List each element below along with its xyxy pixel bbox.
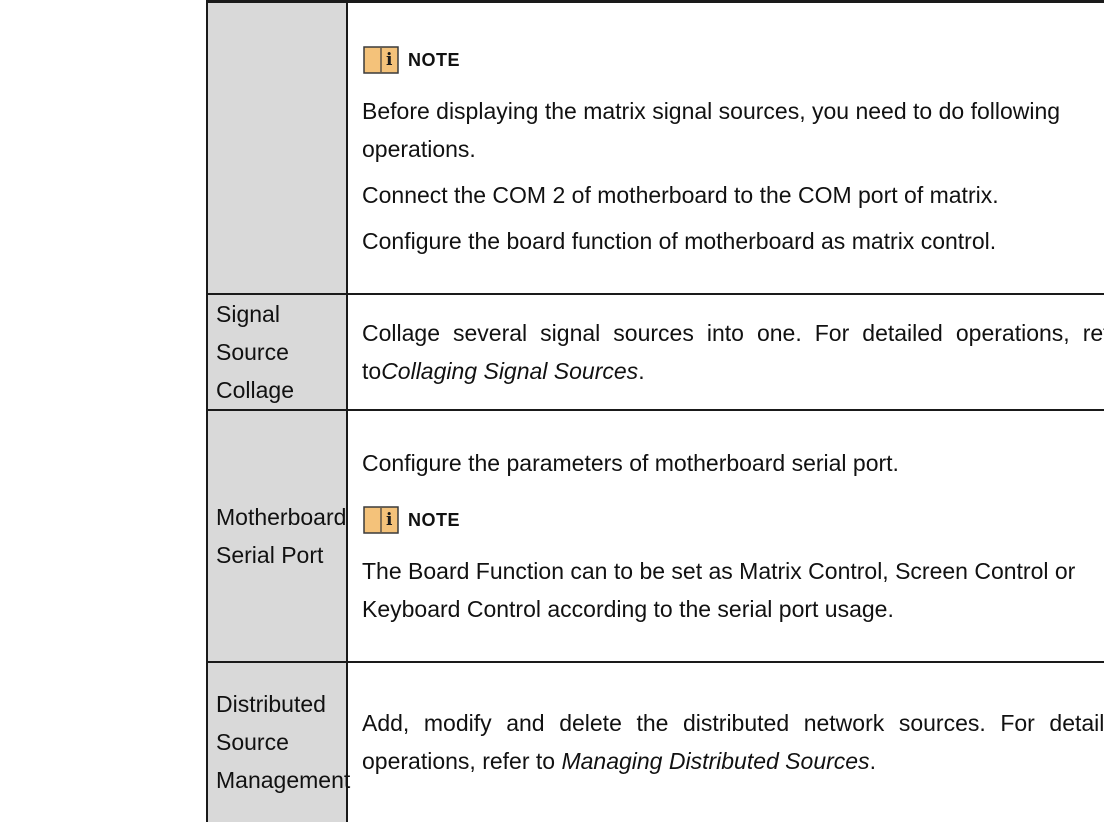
info-book-icon: i <box>362 45 400 75</box>
cross-reference-link[interactable]: Managing Distributed Sources <box>561 748 869 774</box>
row-description: Configure the parameters of motherboard … <box>346 408 1104 663</box>
note-paragraph: Configure the board function of motherbo… <box>362 227 997 254</box>
svg-text:i: i <box>386 50 393 70</box>
table-row: Motherboard Serial Port Configure the pa… <box>206 408 1104 663</box>
row-label: Signal Source Collage <box>206 292 348 411</box>
row-label: Distributed Source Management <box>206 660 350 822</box>
parameter-table: i NOTE Before displaying the matrix sign… <box>206 0 1104 822</box>
row-label: Motherboard Serial Port <box>206 408 348 663</box>
row-description: Add, modify and delete the distributed n… <box>346 660 1104 822</box>
table-row: i NOTE Before displaying the matrix sign… <box>206 0 1104 295</box>
note-paragraph: Connect the COM 2 of motherboard to the … <box>362 181 999 208</box>
description-text: Configure the parameters of motherboard … <box>362 449 899 476</box>
row-description: i NOTE Before displaying the matrix sign… <box>346 0 1104 295</box>
note-paragraph: Before displaying the matrix signal sour… <box>362 97 1061 162</box>
note-label: NOTE <box>408 49 461 70</box>
note-header: i NOTE <box>362 496 1104 544</box>
table-row: Distributed Source Management Add, modif… <box>206 660 1104 822</box>
cross-reference-link[interactable]: Collaging Signal Sources <box>381 358 638 384</box>
row-description: Collage several signal sources into one.… <box>346 292 1104 411</box>
note-header: i NOTE <box>362 36 1104 84</box>
table-row: Signal Source Collage Collage several si… <box>206 292 1104 411</box>
svg-text:i: i <box>386 510 393 530</box>
row-label <box>206 0 348 295</box>
info-book-icon: i <box>362 505 400 535</box>
note-paragraph: The Board Function can to be set as Matr… <box>362 557 1076 622</box>
note-label: NOTE <box>408 509 461 530</box>
